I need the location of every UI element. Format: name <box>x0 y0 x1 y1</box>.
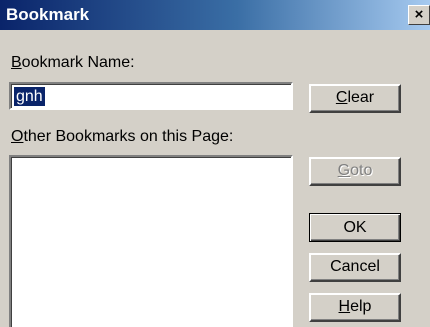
close-icon: × <box>414 6 424 23</box>
goto-button[interactable]: Goto <box>309 157 401 186</box>
other-bookmarks-label: Other Bookmarks on this Page: <box>11 128 234 145</box>
clear-button[interactable]: Clear <box>309 84 401 113</box>
other-bookmarks-list[interactable] <box>9 155 293 327</box>
ok-button[interactable]: OK <box>309 213 401 242</box>
bookmark-dialog: Bookmark × Bookmark Name: gnh Other Book… <box>0 0 430 327</box>
cancel-button[interactable]: Cancel <box>309 253 401 282</box>
close-button[interactable]: × <box>408 5 430 25</box>
window-title: Bookmark <box>6 5 90 24</box>
bookmark-name-value: gnh <box>14 87 45 106</box>
bookmark-name-input[interactable]: gnh <box>9 82 293 110</box>
title-bar[interactable]: Bookmark × <box>0 0 430 30</box>
help-button[interactable]: Help <box>309 293 401 322</box>
bookmark-name-label: Bookmark Name: <box>11 54 135 71</box>
